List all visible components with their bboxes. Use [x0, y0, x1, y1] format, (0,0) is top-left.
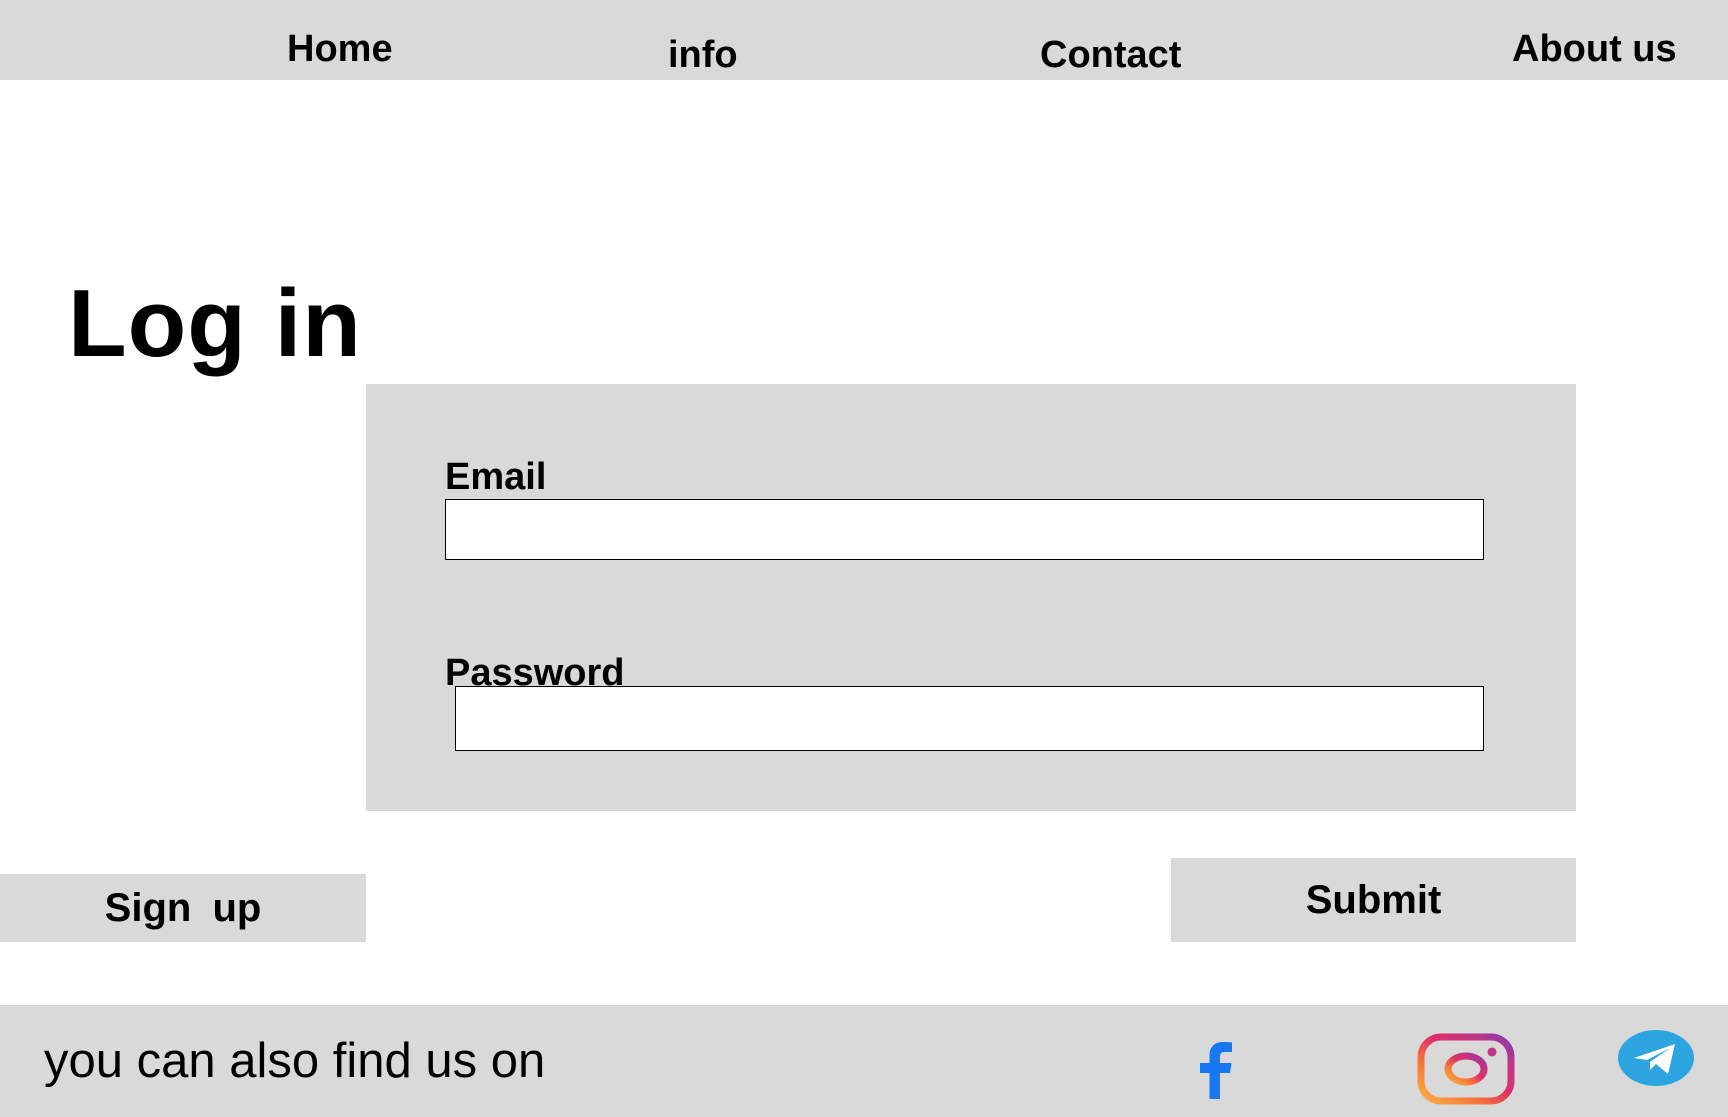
- nav-contact-link[interactable]: Contact: [1040, 36, 1181, 74]
- telegram-icon[interactable]: [1617, 1028, 1695, 1088]
- instagram-icon[interactable]: [1417, 1033, 1515, 1105]
- login-page: Home info Contact About us Log in Email …: [0, 0, 1728, 1117]
- facebook-icon[interactable]: [1190, 1039, 1242, 1099]
- nav-home-link[interactable]: Home: [287, 30, 393, 68]
- submit-button[interactable]: Submit: [1171, 858, 1576, 942]
- sign-up-button[interactable]: Sign up: [0, 874, 366, 942]
- email-label: Email: [445, 456, 547, 498]
- page-title: Log in: [68, 270, 362, 378]
- nav-about-us-link[interactable]: About us: [1512, 30, 1677, 68]
- footer-text: you can also find us on: [44, 1034, 546, 1088]
- login-form: Email Password: [366, 384, 1576, 811]
- email-field[interactable]: [445, 499, 1484, 560]
- footer: you can also find us on: [0, 1005, 1728, 1117]
- password-field[interactable]: [455, 686, 1484, 751]
- nav-info-link[interactable]: info: [668, 36, 738, 74]
- top-navigation: Home info Contact About us: [0, 0, 1728, 80]
